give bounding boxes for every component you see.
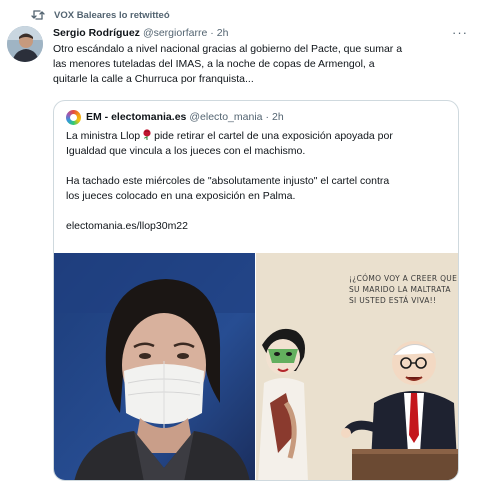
- quote-time[interactable]: 2h: [272, 111, 284, 123]
- quote-text-line: Igualdad que vincula a los jueces con el…: [66, 145, 306, 157]
- tweet-header: Sergio Rodríguez @sergiorfarre · 2h: [53, 26, 228, 40]
- separator-dot: ·: [265, 111, 270, 123]
- cartoon-caption: ¡¿CÓMO VOY A CREER QUE SU MARIDO LA MALT…: [349, 273, 458, 306]
- quote-avatar[interactable]: [66, 109, 81, 125]
- quote-header: EM - electomania.es @electo_mania · 2h: [66, 109, 284, 125]
- quote-text-segment: pide retirar el cartel de una exposición…: [154, 130, 393, 142]
- separator-dot: ·: [210, 27, 214, 39]
- quoted-tweet[interactable]: EM - electomania.es @electo_mania · 2h L…: [53, 100, 459, 481]
- quote-author-handle[interactable]: @electo_mania: [189, 111, 262, 123]
- quote-text-line: los jueces colocado en una exposición en…: [66, 190, 296, 202]
- quote-text-line: La ministra Llop pide retirar el cartel d…: [66, 129, 451, 144]
- cartoon-caption-line: SU MARIDO LA MALTRATA: [349, 285, 451, 294]
- rose-icon: [142, 129, 152, 140]
- retweet-label[interactable]: VOX Baleares lo retwitteó: [54, 10, 170, 21]
- quote-text-segment: La ministra Llop: [66, 130, 141, 142]
- quote-link[interactable]: electomania.es/llop30m22: [66, 219, 451, 234]
- more-icon[interactable]: ···: [452, 25, 468, 40]
- quote-text: La ministra Llop pide retirar el cartel d…: [66, 129, 451, 234]
- tweet-text-line: quitarle la calle a Churruca por franqui…: [53, 73, 254, 85]
- retweet-indicator[interactable]: VOX Baleares lo retwitteó: [31, 8, 170, 22]
- tweet-text: Otro escándalo a nivel nacional gracias …: [53, 42, 465, 87]
- tweet-text-line: Otro escándalo a nivel nacional gracias …: [53, 43, 403, 55]
- photo-woman-mask[interactable]: [54, 253, 256, 480]
- photo-cartoon[interactable]: ¡¿CÓMO VOY A CREER QUE SU MARIDO LA MALT…: [256, 253, 458, 480]
- quote-text-line: Ha tachado este miércoles de "absolutame…: [66, 175, 390, 187]
- cartoon-caption-line: ¡¿CÓMO VOY A CREER QUE: [349, 274, 458, 283]
- media-grid: ¡¿CÓMO VOY A CREER QUE SU MARIDO LA MALT…: [54, 253, 458, 480]
- tweet-text-line: las menores tuteladas del IMAS, a la noc…: [53, 58, 375, 70]
- tweet-time[interactable]: 2h: [217, 27, 229, 39]
- quote-author-name[interactable]: EM - electomania.es: [86, 111, 186, 123]
- avatar[interactable]: [7, 26, 43, 62]
- author-handle[interactable]: @sergiorfarre: [143, 27, 207, 39]
- cartoon-caption-line: SI USTED ESTÁ VIVA!!: [349, 296, 437, 305]
- retweet-icon: [31, 9, 45, 21]
- author-name[interactable]: Sergio Rodríguez: [53, 27, 140, 39]
